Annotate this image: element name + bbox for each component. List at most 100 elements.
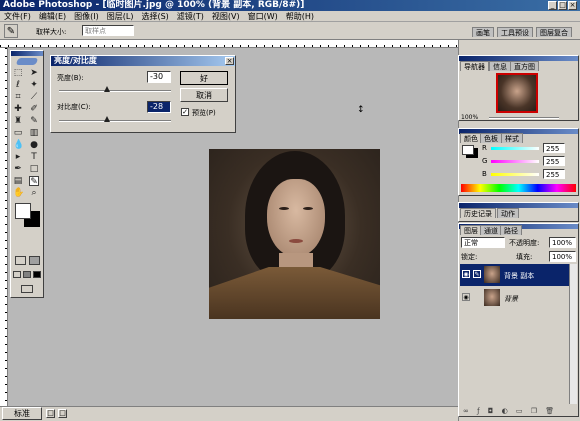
menu-help[interactable]: 帮助(H) bbox=[282, 11, 318, 22]
menu-edit[interactable]: 编辑(E) bbox=[35, 11, 70, 22]
layer-style-icon[interactable]: ƒ bbox=[477, 407, 479, 415]
layer-thumbnail bbox=[484, 266, 500, 283]
pen-tool-icon[interactable]: ✒ bbox=[13, 164, 23, 174]
menu-file[interactable]: 文件(F) bbox=[0, 11, 35, 22]
new-group-icon[interactable]: ▭ bbox=[516, 407, 523, 415]
slice-tool-icon[interactable]: ⟋ bbox=[29, 92, 39, 102]
eraser-tool-icon[interactable]: ▭ bbox=[13, 128, 23, 138]
g-channel-slider[interactable] bbox=[491, 160, 539, 163]
menu-window[interactable]: 窗口(W) bbox=[244, 11, 282, 22]
document-canvas[interactable] bbox=[209, 149, 380, 319]
fill-input[interactable]: 100% bbox=[549, 251, 576, 262]
eye-icon[interactable]: ◉ bbox=[462, 293, 470, 301]
color-ramp[interactable] bbox=[461, 184, 576, 192]
crop-tool-icon[interactable]: ⌗ bbox=[13, 92, 23, 102]
menu-layer[interactable]: 图层(L) bbox=[103, 11, 138, 22]
notes-tool-icon[interactable]: ▤ bbox=[13, 176, 23, 186]
eyedropper-tool-icon[interactable]: ✎ bbox=[29, 176, 39, 187]
status-maximize-button[interactable]: □ bbox=[58, 409, 67, 418]
layer-row[interactable]: ◉ ✎ 背景 副本 bbox=[460, 264, 577, 286]
blend-mode-select[interactable]: 正常 bbox=[461, 237, 505, 248]
tab-info[interactable]: 信息 bbox=[489, 61, 511, 71]
foreground-color-swatch[interactable] bbox=[15, 203, 31, 219]
sample-size-select[interactable]: 取样点 bbox=[82, 25, 134, 36]
lasso-tool-icon[interactable]: ℓ bbox=[13, 80, 23, 90]
opacity-input[interactable]: 100% bbox=[549, 237, 576, 248]
tab-channels[interactable]: 通道 bbox=[480, 225, 502, 235]
screen-mode-full-menu-icon[interactable] bbox=[23, 271, 31, 278]
dialog-close-button[interactable]: × bbox=[225, 57, 234, 65]
hand-tool-icon[interactable]: ✋ bbox=[13, 188, 24, 198]
tab-tool-presets[interactable]: 工具预设 bbox=[497, 27, 533, 37]
r-channel-input[interactable]: 255 bbox=[543, 143, 565, 153]
type-tool-icon[interactable]: T bbox=[29, 152, 39, 162]
layers-scrollbar[interactable] bbox=[569, 264, 577, 404]
contrast-input[interactable]: -28 bbox=[147, 101, 171, 113]
brightness-slider-handle[interactable] bbox=[104, 86, 111, 92]
navigator-thumbnail[interactable] bbox=[496, 73, 538, 113]
tab-layers[interactable]: 图层 bbox=[460, 225, 482, 235]
tab-history[interactable]: 历史记录 bbox=[460, 208, 496, 218]
adjustment-layer-icon[interactable]: ◐ bbox=[502, 407, 508, 415]
mask-icon[interactable]: ◘ bbox=[488, 407, 494, 415]
tab-styles[interactable]: 样式 bbox=[501, 133, 523, 143]
tab-color[interactable]: 颜色 bbox=[460, 133, 482, 143]
path-selection-tool-icon[interactable]: ▸ bbox=[13, 152, 23, 162]
tab-navigator[interactable]: 导航器 bbox=[460, 61, 489, 71]
tab-histogram[interactable]: 直方图 bbox=[510, 61, 539, 71]
screen-mode-full-icon[interactable] bbox=[33, 271, 41, 278]
brush-icon[interactable]: ✎ bbox=[473, 270, 481, 278]
clone-stamp-tool-icon[interactable]: ♜ bbox=[13, 116, 23, 126]
standard-mode-icon[interactable] bbox=[15, 256, 26, 265]
mode-indicator[interactable]: 标准 bbox=[2, 407, 42, 420]
menu-image[interactable]: 图像(I) bbox=[70, 11, 103, 22]
menu-view[interactable]: 视图(V) bbox=[208, 11, 244, 22]
close-button[interactable]: × bbox=[568, 1, 577, 10]
eyedropper-tool-preset-icon[interactable]: ✎ bbox=[4, 24, 18, 38]
dodge-tool-icon[interactable]: ● bbox=[29, 140, 39, 150]
preview-checkbox[interactable]: ✓ bbox=[181, 108, 189, 116]
link-icon[interactable]: ∞ bbox=[463, 407, 469, 415]
photoshop-feather-logo[interactable] bbox=[15, 58, 39, 65]
contrast-slider-handle[interactable] bbox=[104, 116, 111, 122]
tab-swatches[interactable]: 色板 bbox=[480, 133, 502, 143]
tab-layer-comps[interactable]: 图层复合 bbox=[536, 27, 572, 37]
navigator-zoom-slider[interactable] bbox=[489, 117, 559, 119]
cancel-button[interactable]: 取消 bbox=[180, 88, 228, 102]
layer-row[interactable]: ◉ 背景 bbox=[460, 287, 577, 309]
r-channel-slider[interactable] bbox=[491, 147, 539, 150]
blur-tool-icon[interactable]: 💧 bbox=[13, 140, 24, 150]
contrast-slider-track[interactable] bbox=[59, 120, 171, 122]
maximize-button[interactable]: □ bbox=[558, 1, 567, 10]
menu-select[interactable]: 选择(S) bbox=[137, 11, 172, 22]
brightness-slider-track[interactable] bbox=[59, 90, 171, 92]
magic-wand-tool-icon[interactable]: ✦ bbox=[29, 80, 39, 90]
brush-tool-icon[interactable]: ✐ bbox=[29, 104, 39, 114]
g-channel-input[interactable]: 255 bbox=[543, 156, 565, 166]
history-brush-tool-icon[interactable]: ✎ bbox=[29, 116, 39, 126]
tab-actions[interactable]: 动作 bbox=[497, 208, 519, 218]
status-restore-button[interactable]: □ bbox=[46, 409, 55, 418]
zoom-tool-icon[interactable]: ⌕ bbox=[29, 188, 39, 198]
navigator-zoom-value[interactable]: 100% bbox=[461, 114, 478, 121]
brightness-input[interactable]: -30 bbox=[147, 71, 171, 83]
menu-filter[interactable]: 滤镜(T) bbox=[173, 11, 208, 22]
jump-to-imageready-icon[interactable] bbox=[21, 285, 33, 293]
color-foreground-swatch[interactable] bbox=[462, 145, 474, 155]
screen-mode-standard-icon[interactable] bbox=[13, 271, 21, 278]
ok-button[interactable]: 好 bbox=[180, 71, 228, 85]
gradient-tool-icon[interactable]: ▥ bbox=[29, 128, 39, 138]
eye-icon[interactable]: ◉ bbox=[462, 270, 470, 278]
tab-brushes[interactable]: 画笔 bbox=[472, 27, 494, 37]
minimize-button[interactable]: _ bbox=[548, 1, 557, 10]
new-layer-icon[interactable]: ❐ bbox=[531, 407, 537, 415]
b-channel-input[interactable]: 255 bbox=[543, 169, 565, 179]
marquee-tool-icon[interactable]: ⬚ bbox=[13, 68, 23, 78]
trash-icon[interactable]: 🗑 bbox=[545, 407, 554, 415]
b-channel-slider[interactable] bbox=[491, 173, 539, 176]
move-tool-icon[interactable]: ➤ bbox=[29, 68, 39, 78]
shape-tool-icon[interactable]: □ bbox=[29, 164, 39, 174]
tab-paths[interactable]: 路径 bbox=[500, 225, 522, 235]
quick-mask-mode-icon[interactable] bbox=[29, 256, 40, 265]
healing-brush-tool-icon[interactable]: ✚ bbox=[13, 104, 23, 114]
